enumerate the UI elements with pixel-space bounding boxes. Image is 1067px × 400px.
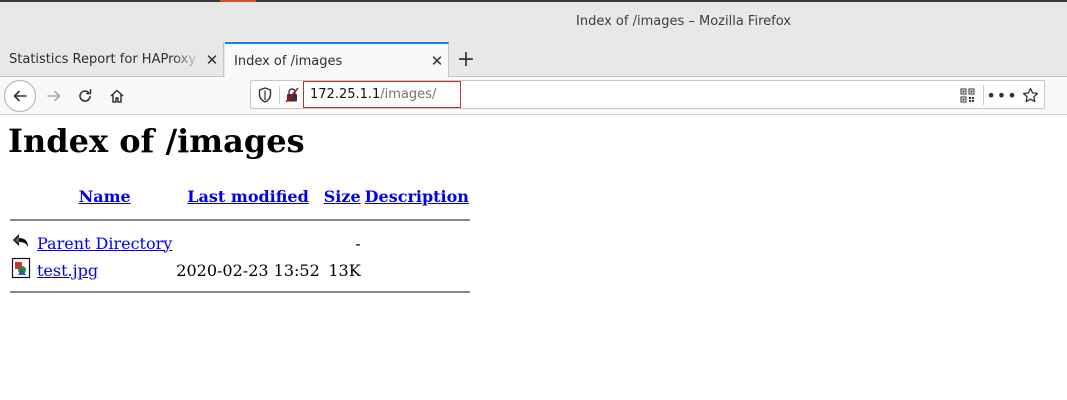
name-cell: test.jpg (36, 257, 173, 283)
url-address-text[interactable]: 172.25.1.1/images/ (303, 81, 461, 108)
window-titlebar: Index of /images – Mozilla Firefox (0, 0, 1067, 42)
sort-by-description-link[interactable]: Description (365, 187, 469, 206)
separator-row (10, 211, 470, 229)
arrow-right-icon (47, 90, 61, 102)
page-content: Index of /images Name Last modified Size… (0, 116, 1067, 400)
url-separator (279, 86, 280, 104)
image-file-icon (11, 257, 31, 279)
home-button[interactable] (101, 80, 133, 112)
size-cell: 13K (328, 260, 361, 280)
close-icon[interactable]: ✕ (201, 51, 223, 69)
tab-haproxy-stats[interactable]: Statistics Report for HAProxy ✕ (0, 42, 224, 77)
window-title: Index of /images – Mozilla Firefox (576, 14, 791, 29)
horizontal-rule (10, 291, 470, 293)
name-cell: Parent Directory (36, 231, 173, 255)
separator-row (10, 285, 470, 299)
table-row: Parent Directory - (10, 231, 470, 255)
page-actions-more-button[interactable]: ••• (986, 86, 1016, 105)
back-arrow-icon (13, 234, 28, 247)
column-header-name: Name (36, 183, 173, 209)
icon-column-header (10, 183, 34, 209)
url-bar[interactable]: 172.25.1.1/images/ ••• (250, 80, 1045, 109)
arrow-left-icon (13, 90, 27, 102)
tab-label: Index of /images (234, 53, 343, 69)
new-tab-button[interactable]: + (452, 42, 480, 77)
tab-strip: Statistics Report for HAProxy ✕ Index of… (0, 42, 1067, 78)
url-separator (983, 85, 984, 105)
close-icon[interactable]: ✕ (426, 52, 448, 70)
sort-by-name-link[interactable]: Name (79, 187, 131, 206)
icon-cell (10, 257, 34, 283)
star-icon (1022, 87, 1038, 102)
last-modified-cell (175, 231, 320, 255)
forward-button[interactable] (38, 80, 70, 112)
column-header-description: Description (364, 183, 470, 209)
qr-code-icon[interactable] (956, 86, 978, 104)
plus-icon: + (456, 47, 476, 72)
directory-listing-table: Name Last modified Size Description Pare… (8, 181, 472, 301)
last-modified-cell: 2020-02-23 13:52 (176, 260, 320, 280)
home-icon (110, 89, 124, 103)
sort-by-last-modified-link[interactable]: Last modified (187, 187, 308, 206)
file-link-test-jpg[interactable]: test.jpg (37, 261, 98, 280)
size-cell: - (355, 233, 361, 253)
table-header-row: Name Last modified Size Description (10, 183, 470, 209)
icon-cell (10, 231, 34, 255)
sort-by-size-link[interactable]: Size (324, 187, 361, 206)
url-path: /images/ (380, 87, 437, 102)
tab-label: Statistics Report for HAProxy (9, 52, 197, 67)
tab-index-images[interactable]: Index of /images ✕ (225, 42, 449, 78)
reload-button[interactable] (69, 80, 101, 112)
back-button[interactable] (4, 80, 36, 112)
column-header-last-modified: Last modified (175, 183, 320, 209)
description-cell (364, 257, 470, 283)
more-dots-icon: ••• (986, 85, 1018, 105)
titlebar-accent (220, 0, 256, 2)
table-row: test.jpg 2020-02-23 13:52 13K (10, 257, 470, 283)
reload-icon (79, 89, 92, 102)
url-host: 172.25.1.1 (310, 87, 381, 102)
bookmark-star-button[interactable] (1019, 86, 1041, 104)
navigation-bar: 172.25.1.1/images/ ••• (0, 77, 1067, 115)
column-header-size: Size (323, 183, 362, 209)
tracking-protection-shield-icon[interactable] (256, 86, 274, 104)
parent-directory-link[interactable]: Parent Directory (37, 234, 172, 253)
page-title: Index of /images (8, 122, 305, 160)
description-cell (364, 231, 470, 255)
horizontal-rule (10, 219, 470, 221)
insecure-lock-icon[interactable] (283, 86, 301, 104)
